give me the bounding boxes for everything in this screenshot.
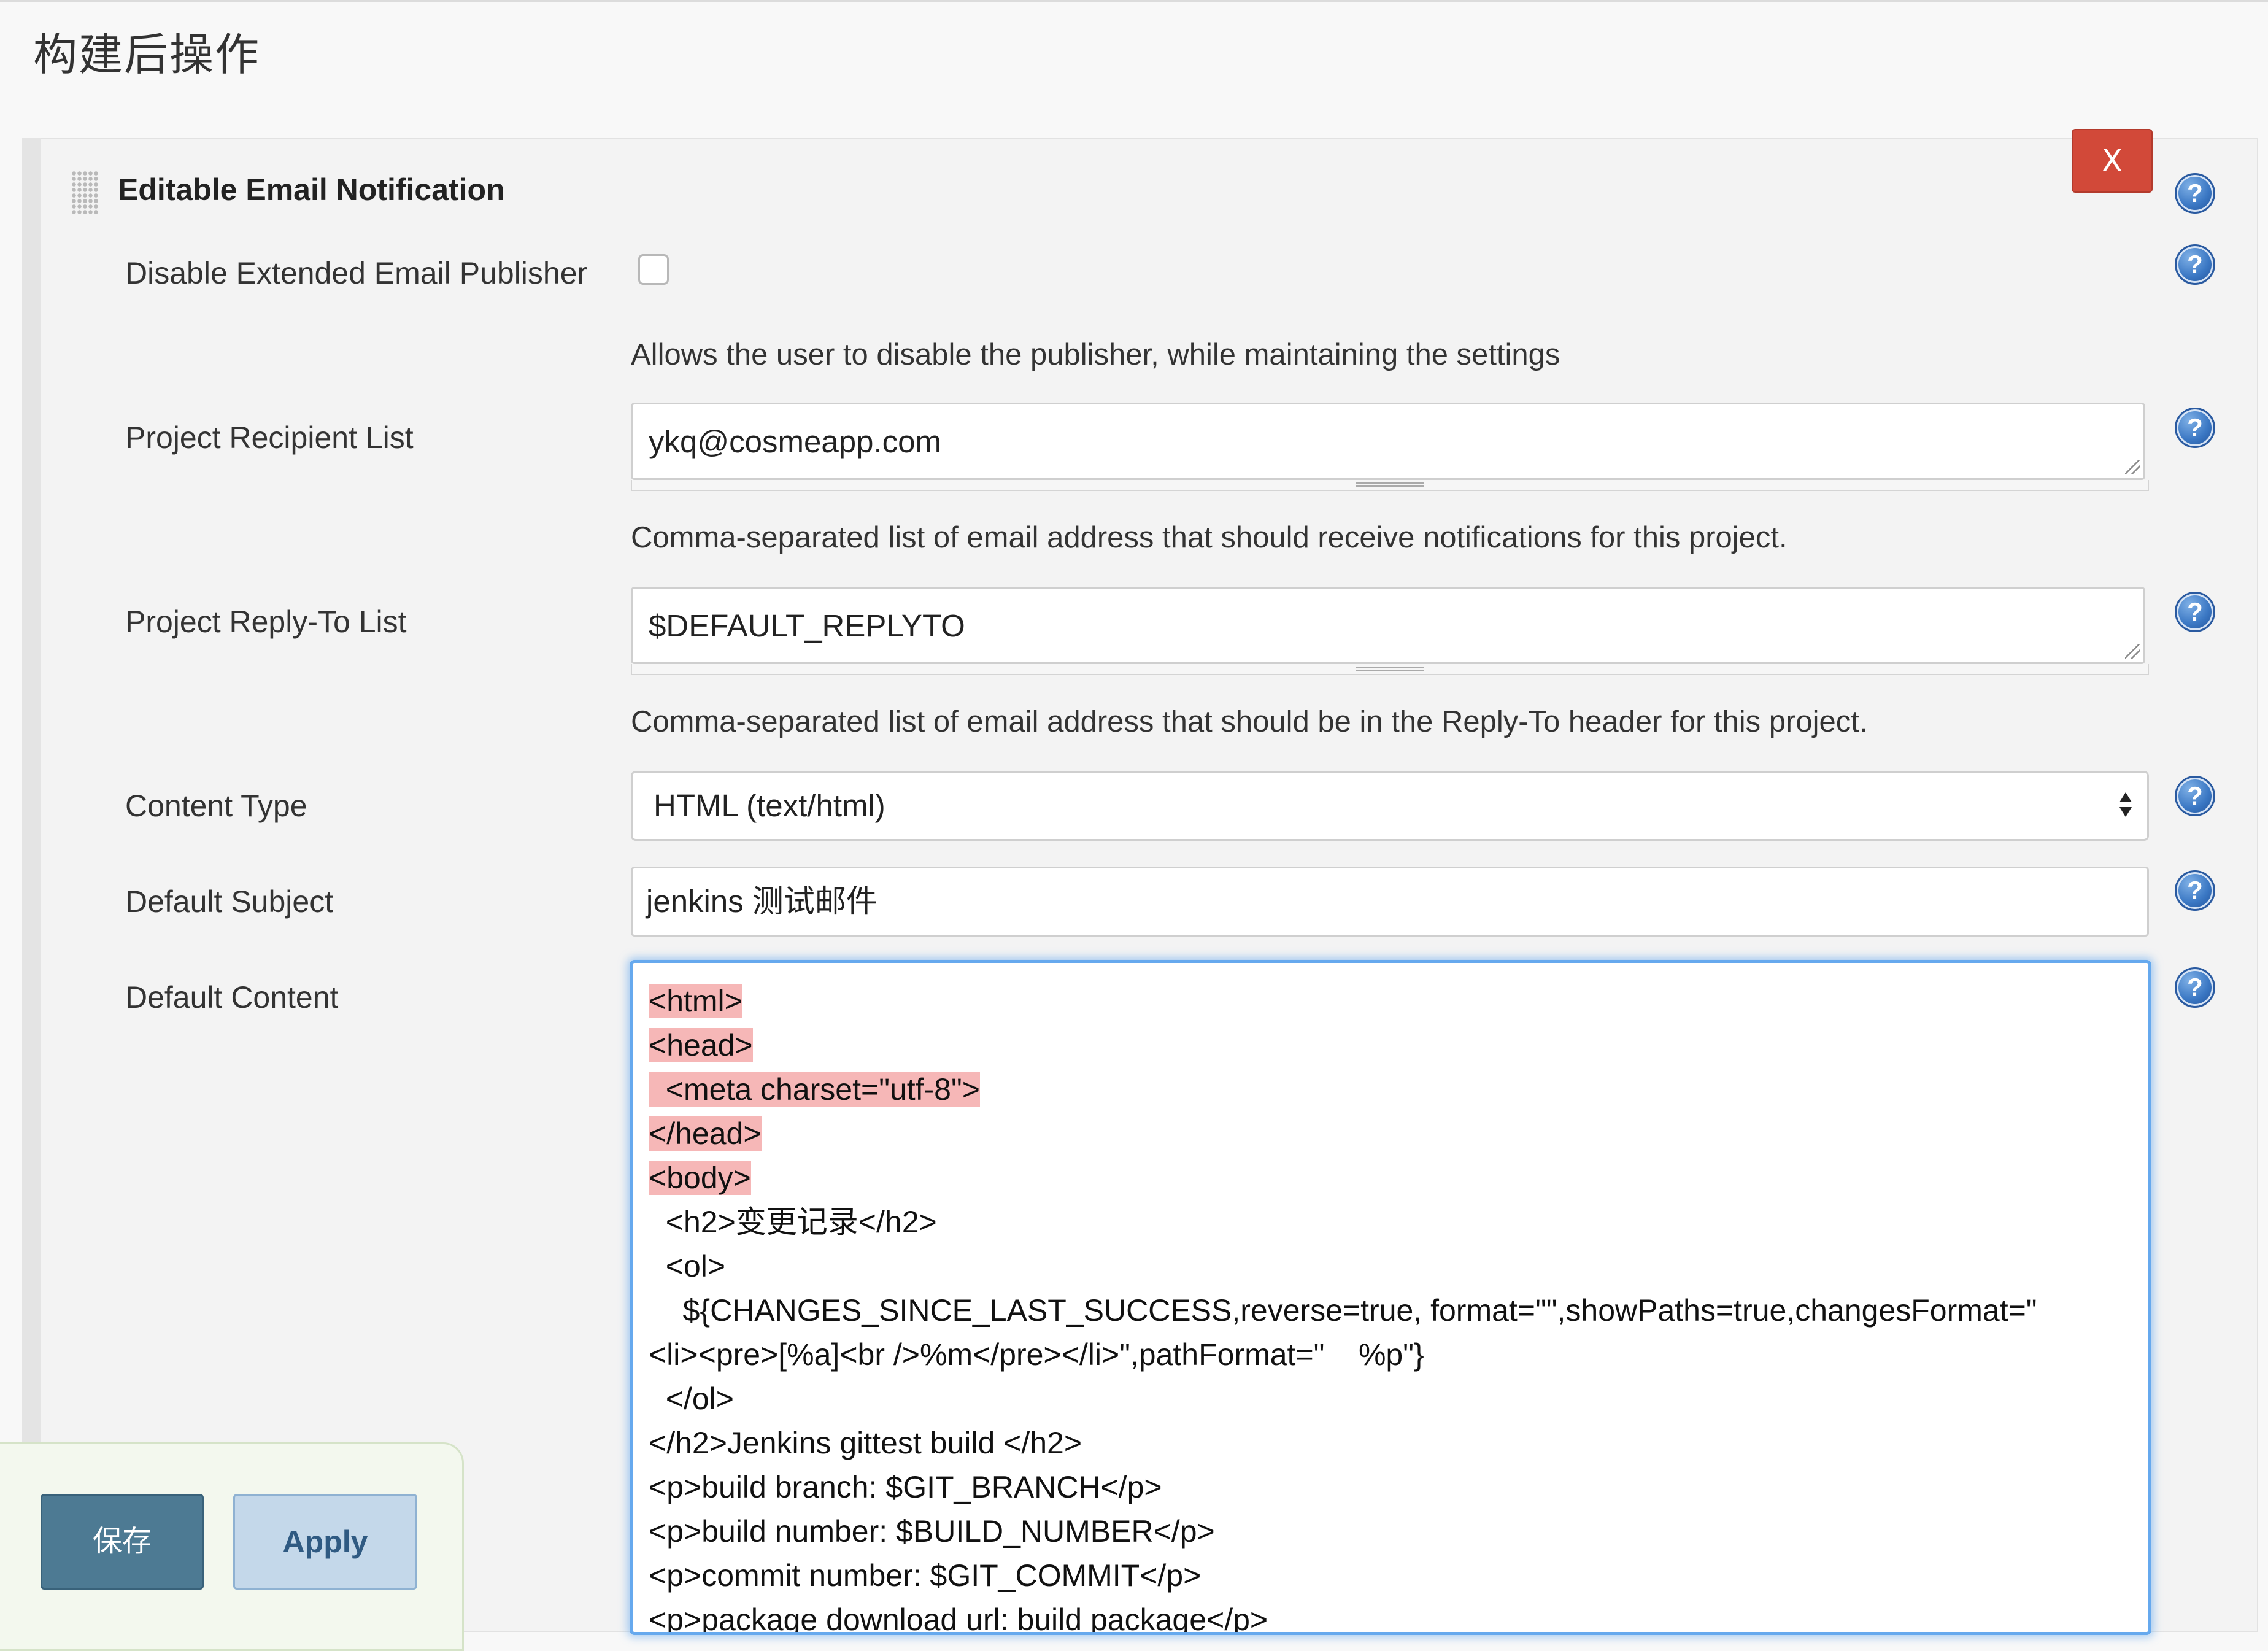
help-icon[interactable]: ? (2175, 870, 2215, 911)
expand-textarea-handle[interactable] (631, 480, 2149, 491)
code-line: <html> (649, 984, 742, 1018)
content-type-label: Content Type (125, 789, 307, 823)
default-content-label: Default Content (125, 980, 339, 1015)
code-line: <body> (649, 1161, 751, 1195)
recipient-list-label: Project Recipient List (125, 420, 414, 455)
resize-handle-icon[interactable] (2125, 460, 2140, 474)
code-line: <p>build number: $BUILD_NUMBER</p> (649, 1514, 1215, 1549)
apply-button[interactable]: Apply (233, 1494, 417, 1590)
help-icon[interactable]: ? (2175, 776, 2215, 816)
code-line: </h2>Jenkins gittest build </h2> (649, 1426, 1082, 1460)
help-icon[interactable]: ? (2175, 592, 2215, 632)
recipient-list-description: Comma-separated list of email address th… (631, 521, 1788, 554)
default-content-textarea[interactable]: <html> <head> <meta charset="utf-8"> </h… (630, 960, 2151, 1635)
code-line: <h2>变更记录</h2> (649, 1205, 937, 1239)
drag-handle-icon[interactable] (71, 171, 98, 214)
disable-publisher-description: Allows the user to disable the publisher… (631, 338, 1560, 371)
content-type-selected-value: HTML (text/html) (654, 788, 885, 823)
code-line: <meta charset="utf-8"> (649, 1072, 980, 1107)
reply-to-list-value: $DEFAULT_REPLYTO (649, 608, 965, 643)
reply-to-list-description: Comma-separated list of email address th… (631, 705, 1868, 738)
help-icon[interactable]: ? (2175, 244, 2215, 285)
code-line: <p>package download url: build package</… (649, 1603, 1268, 1635)
code-line: <ol> (649, 1249, 726, 1283)
help-icon[interactable]: ? (2175, 173, 2215, 214)
panel-left-border (22, 138, 40, 1630)
code-line: </ol> (649, 1382, 734, 1416)
disable-publisher-label: Disable Extended Email Publisher (125, 256, 588, 290)
default-subject-value: jenkins 测试邮件 (646, 884, 878, 919)
code-line: <p>build branch: $GIT_BRANCH</p> (649, 1470, 1162, 1504)
default-subject-label: Default Subject (125, 884, 334, 919)
code-line: <head> (649, 1028, 753, 1062)
resize-handle-icon[interactable] (2125, 644, 2140, 659)
expand-textarea-handle[interactable] (631, 664, 2149, 675)
top-divider (0, 0, 2268, 2)
code-line: ${CHANGES_SINCE_LAST_SUCCESS,reverse=tru… (649, 1293, 2037, 1328)
reply-to-list-label: Project Reply-To List (125, 605, 407, 639)
recipient-list-textarea[interactable]: ykq@cosmeapp.com (631, 403, 2145, 480)
panel-title: Editable Email Notification (118, 172, 505, 207)
recipient-list-value: ykq@cosmeapp.com (649, 424, 941, 459)
help-icon[interactable]: ? (2175, 967, 2215, 1008)
delete-step-button[interactable]: X (2072, 129, 2153, 193)
default-subject-input[interactable]: jenkins 测试邮件 (631, 867, 2149, 937)
help-icon[interactable]: ? (2175, 408, 2215, 448)
disable-publisher-checkbox[interactable] (638, 254, 669, 285)
save-button[interactable]: 保存 (40, 1494, 204, 1590)
code-line: <li><pre>[%a]<br />%m</pre></li>",pathFo… (649, 1337, 1424, 1372)
content-type-select[interactable]: HTML (text/html) (631, 771, 2149, 841)
code-line: </head> (649, 1116, 762, 1151)
section-title: 构建后操作 (33, 31, 261, 80)
select-arrows-icon (2116, 789, 2135, 826)
reply-to-list-textarea[interactable]: $DEFAULT_REPLYTO (631, 587, 2145, 664)
code-line: <p>commit number: $GIT_COMMIT</p> (649, 1558, 1202, 1593)
